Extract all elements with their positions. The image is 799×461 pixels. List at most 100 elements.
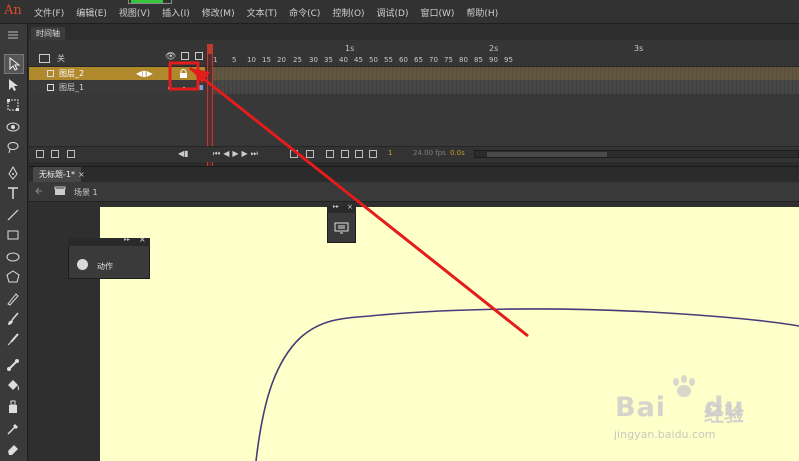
ruler-second-1: 1s [345,44,355,53]
center-frame-icon[interactable]: ◀▮ [178,149,189,158]
header-label: 关 [57,54,65,63]
ruler-frame: 5 [232,56,237,64]
toolbar-grip-icon[interactable] [4,30,22,40]
onion-outline-icon[interactable] [326,150,334,158]
playhead-handle[interactable] [207,44,213,54]
menu-view[interactable]: 视图(V) [119,6,150,19]
ruler-frame: 50 [369,56,378,64]
menu-insert[interactable]: 插入(I) [162,6,190,19]
menu-control[interactable]: 控制(O) [332,6,364,19]
layer-name: 图层_1 [59,83,85,92]
menu-items: 文件(F) 编辑(E) 视图(V) 插入(I) 修改(M) 文本(T) 命令(C… [34,6,510,19]
actions-panel-titlebar[interactable]: ▸▸ × [68,235,150,246]
subselection-tool-icon[interactable] [4,76,22,94]
layer-highlight-icon[interactable]: ◀▮▶ [136,67,153,80]
tab-document[interactable]: 无标题-1* [33,167,81,182]
layers-icon [39,54,50,63]
ruler-frame: 15 [262,56,271,64]
menu-text[interactable]: 文本(T) [247,6,278,19]
modify-markers-icon[interactable] [355,150,363,158]
ruler-frame: 95 [504,56,513,64]
edit-multiple-icon[interactable] [341,150,349,158]
layer-name: 图层_2 [59,69,85,78]
menu-edit[interactable]: 编辑(E) [76,6,107,19]
ruler-frame: 60 [399,56,408,64]
oval-tool-icon[interactable] [4,248,22,266]
free-transform-tool-icon[interactable] [4,96,22,114]
app-logo: An [4,3,22,18]
timeline-scrollbar[interactable] [474,150,799,158]
scene-label[interactable]: 场景 1 [74,187,98,198]
ruler-frame: 70 [429,56,438,64]
polystar-tool-icon[interactable] [4,268,22,286]
ruler-frame: 40 [339,56,348,64]
monitor-icon[interactable] [334,222,349,235]
new-folder-icon[interactable] [51,150,59,158]
menu-window[interactable]: 窗口(W) [421,6,455,19]
menu-file[interactable]: 文件(F) [34,6,64,19]
edit-bar [29,182,799,202]
panel-close-icon[interactable]: × [139,235,146,244]
watermark-brand-part1: Bai [615,392,667,423]
mini-panel-titlebar[interactable]: ▸▸ × [327,203,356,213]
brush-tool-icon[interactable] [4,310,22,328]
playback-controls[interactable]: ⏮◀▶▶⏭ [213,149,261,159]
paint-brush-tool-icon[interactable] [4,330,22,348]
watermark-cn: 经验 [704,402,744,426]
bone-tool-icon[interactable] [4,356,22,374]
frame-rate[interactable]: 24.00 fps [413,149,446,157]
ink-bottle-tool-icon[interactable] [4,398,22,416]
ruler-frame: 30 [309,56,318,64]
frame-view-icon[interactable] [369,150,377,158]
rectangle-tool-icon[interactable] [4,226,22,244]
onion-skin-icon[interactable] [306,150,314,158]
frames-row-layer-2[interactable] [213,67,799,80]
outline-all-icon[interactable] [195,52,203,60]
lasso-tool-icon[interactable] [4,138,22,156]
eyedropper-tool-icon[interactable] [4,420,22,438]
frame-ruler[interactable]: 1s 2s 3s 1 5 10 15 20 25 30 35 40 45 50 … [213,40,799,67]
ruler-frame: 85 [474,56,483,64]
ruler-frame: 25 [293,56,302,64]
menu-modify[interactable]: 修改(M) [202,6,235,19]
panel-close-icon[interactable]: × [347,203,353,211]
layer-type-icon [47,84,54,91]
new-layer-icon[interactable] [36,150,44,158]
menu-commands[interactable]: 命令(C) [289,6,320,19]
pencil-tool-icon[interactable] [4,290,22,308]
ruler-frame: 45 [354,56,363,64]
paint-bucket-tool-icon[interactable] [4,376,22,394]
ruler-frame: 80 [459,56,468,64]
actions-label[interactable]: 动作 [97,261,113,272]
text-tool-icon[interactable] [4,184,22,202]
loop-icon[interactable] [290,150,298,158]
back-arrow-icon[interactable] [34,186,44,196]
line-tool-icon[interactable] [4,206,22,224]
close-tab-icon[interactable]: × [78,167,85,182]
ruler-second-2: 2s [489,44,499,53]
ruler-frame: 1 [213,56,218,64]
lock-all-icon[interactable] [181,52,189,60]
ruler-frame: 10 [247,56,256,64]
collapse-icon[interactable]: ▸▸ [333,203,339,210]
actions-icon[interactable] [77,259,88,270]
tab-timeline[interactable]: 时间轴 [31,27,65,40]
frames-grid[interactable] [213,67,799,94]
ruler-frame: 90 [489,56,498,64]
ruler-frame: 65 [414,56,423,64]
collapse-icon[interactable]: ▸▸ [124,236,130,243]
menu-help[interactable]: 帮助(H) [466,6,498,19]
layer-type-icon [47,70,54,77]
eraser-tool-icon[interactable] [4,440,22,458]
document-tabbar [29,166,799,182]
current-frame[interactable]: 1 [388,149,392,157]
frames-row-layer-1[interactable] [213,81,799,94]
delete-layer-icon[interactable] [67,150,75,158]
3d-rotation-tool-icon[interactable] [4,118,22,136]
elapsed-time[interactable]: 0.0s [450,149,465,157]
menu-debug[interactable]: 调试(D) [377,6,409,19]
timeline-tabbar [29,24,799,40]
annotation-box [168,61,200,91]
pen-tool-icon[interactable] [4,164,22,182]
selection-tool-icon[interactable] [4,54,24,74]
